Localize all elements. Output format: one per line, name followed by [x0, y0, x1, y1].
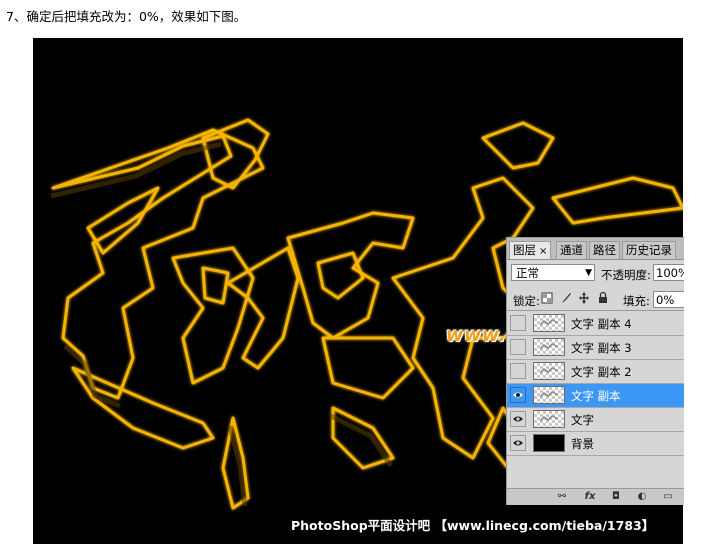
blend-mode-select[interactable]: 正常 ▼: [511, 264, 595, 281]
layer-name: 文字 副本: [571, 389, 621, 403]
layer-thumbnail: [533, 338, 565, 356]
layer-thumbnail: [533, 362, 565, 380]
layer-row-text[interactable]: 文字: [507, 408, 684, 432]
layer-row-text-copy-2[interactable]: 文字 副本 2: [507, 360, 684, 384]
visibility-toggle[interactable]: [510, 411, 526, 427]
layer-thumbnail: [533, 434, 565, 452]
folder-icon[interactable]: ▭: [661, 491, 675, 503]
tab-layers[interactable]: 图层 ×: [509, 241, 552, 259]
move-lock-icon[interactable]: [578, 291, 590, 305]
visibility-toggle[interactable]: [510, 339, 526, 355]
blend-row: 正常 ▼ 不透明度: 100%: [507, 261, 684, 285]
fill-input[interactable]: 0%: [653, 291, 684, 308]
brush-lock-icon[interactable]: [560, 291, 572, 305]
layer-row-background[interactable]: 背景: [507, 432, 684, 456]
opacity-input[interactable]: 100%: [653, 264, 684, 281]
fx-icon[interactable]: fx: [583, 491, 597, 503]
layer-thumbnail: [533, 386, 565, 404]
eye-icon: [513, 392, 523, 398]
dropdown-arrow-icon: ▼: [585, 268, 592, 278]
tab-channels[interactable]: 通道: [556, 241, 587, 259]
visibility-toggle[interactable]: [510, 363, 526, 379]
adjustment-icon[interactable]: ◐: [635, 491, 649, 503]
close-icon[interactable]: ×: [539, 246, 547, 257]
tab-history[interactable]: 历史记录: [622, 241, 676, 259]
fill-label: 填充:: [623, 294, 650, 308]
link-icon[interactable]: ⚯: [555, 491, 569, 503]
visibility-toggle[interactable]: [510, 435, 526, 451]
layer-row-text-copy-3[interactable]: 文字 副本 3: [507, 336, 684, 360]
lock-label: 锁定:: [513, 294, 540, 308]
mask-icon[interactable]: ◘: [609, 491, 623, 503]
transparency-lock-icon[interactable]: [541, 291, 553, 305]
layer-list: 文字 副本 4 文字 副本 3 文字 副本 2 文字 副本 文字 背景: [507, 312, 684, 456]
eye-icon: [513, 440, 523, 446]
lock-row: 锁定: 填充: 0%: [507, 288, 684, 311]
tab-layers-label: 图层: [513, 243, 536, 257]
layer-thumbnail: [533, 314, 565, 332]
blend-mode-value: 正常: [516, 266, 539, 280]
layer-name: 文字: [571, 413, 594, 427]
layer-row-text-copy[interactable]: 文字 副本: [507, 384, 684, 408]
layer-name: 文字 副本 4: [571, 317, 632, 331]
credit-watermark: PhotoShop平面设计吧 【www.linecg.com/tieba/178…: [291, 518, 655, 533]
tab-paths[interactable]: 路径: [589, 241, 620, 259]
panel-footer: ⚯ fx ◘ ◐ ▭: [507, 488, 684, 505]
opacity-label: 不透明度:: [601, 268, 651, 282]
layer-name: 背景: [571, 437, 594, 451]
layer-row-text-copy-4[interactable]: 文字 副本 4: [507, 312, 684, 336]
layer-name: 文字 副本 3: [571, 341, 632, 355]
eye-icon: [513, 416, 523, 422]
visibility-toggle[interactable]: [510, 315, 526, 331]
step-caption: 7、确定后把填充改为：0%，效果如下图。: [6, 9, 247, 24]
layer-name: 文字 副本 2: [571, 365, 632, 379]
layer-thumbnail: [533, 410, 565, 428]
padlock-icon[interactable]: [597, 291, 609, 305]
layers-panel: 图层× 通道 路径 历史记录 正常 ▼ 不透明度: 100% 锁定:: [506, 237, 684, 505]
panel-tabs: 图层 × 通道 路径 历史记录: [507, 238, 684, 260]
visibility-toggle[interactable]: [510, 387, 526, 403]
